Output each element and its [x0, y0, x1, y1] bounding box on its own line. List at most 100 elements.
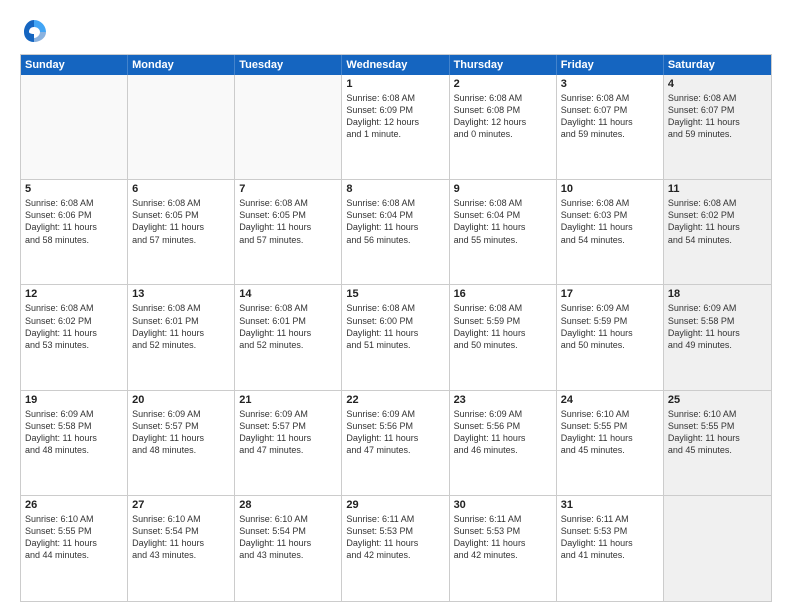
cell-info-line: Sunset: 6:01 PM [239, 315, 337, 327]
cell-info-line: Sunrise: 6:08 AM [454, 92, 552, 104]
calendar-cell: 1Sunrise: 6:08 AMSunset: 6:09 PMDaylight… [342, 75, 449, 179]
cell-info-line: Sunset: 5:59 PM [454, 315, 552, 327]
cell-info-line: and 47 minutes. [239, 444, 337, 456]
cell-info-line: Daylight: 11 hours [132, 327, 230, 339]
cell-info-line: Daylight: 11 hours [454, 537, 552, 549]
cell-info-line: Sunset: 5:53 PM [346, 525, 444, 537]
day-number: 20 [132, 394, 230, 406]
calendar-row: 1Sunrise: 6:08 AMSunset: 6:09 PMDaylight… [21, 75, 771, 180]
cell-info-line: Sunset: 5:55 PM [561, 420, 659, 432]
cell-info-line: Sunrise: 6:08 AM [132, 197, 230, 209]
cell-info-line: Sunset: 5:55 PM [25, 525, 123, 537]
cell-info-line: and 55 minutes. [454, 234, 552, 246]
calendar-cell: 2Sunrise: 6:08 AMSunset: 6:08 PMDaylight… [450, 75, 557, 179]
calendar-cell: 19Sunrise: 6:09 AMSunset: 5:58 PMDayligh… [21, 391, 128, 495]
cell-info-line: Sunset: 5:53 PM [561, 525, 659, 537]
cell-info-line: Daylight: 11 hours [561, 327, 659, 339]
header [20, 18, 772, 46]
cell-info-line: Sunrise: 6:10 AM [25, 513, 123, 525]
cell-info-line: and 0 minutes. [454, 128, 552, 140]
weekday-header: Thursday [450, 55, 557, 75]
day-number: 27 [132, 499, 230, 511]
cell-info-line: Sunrise: 6:08 AM [346, 92, 444, 104]
day-number: 17 [561, 288, 659, 300]
cell-info-line: Sunrise: 6:08 AM [239, 197, 337, 209]
day-number: 8 [346, 183, 444, 195]
cell-info-line: Daylight: 11 hours [668, 327, 767, 339]
cell-info-line: Daylight: 12 hours [454, 116, 552, 128]
cell-info-line: and 57 minutes. [132, 234, 230, 246]
calendar-cell: 30Sunrise: 6:11 AMSunset: 5:53 PMDayligh… [450, 496, 557, 601]
cell-info-line: Sunset: 6:02 PM [25, 315, 123, 327]
cell-info-line: and 52 minutes. [239, 339, 337, 351]
cell-info-line: and 54 minutes. [561, 234, 659, 246]
cell-info-line: Daylight: 11 hours [346, 537, 444, 549]
cell-info-line: and 56 minutes. [346, 234, 444, 246]
calendar-header: SundayMondayTuesdayWednesdayThursdayFrid… [21, 55, 771, 75]
cell-info-line: Sunset: 6:05 PM [239, 209, 337, 221]
cell-info-line: Daylight: 11 hours [25, 432, 123, 444]
day-number: 11 [668, 183, 767, 195]
logo-area [20, 18, 52, 46]
calendar-cell: 8Sunrise: 6:08 AMSunset: 6:04 PMDaylight… [342, 180, 449, 284]
cell-info-line: Sunset: 6:09 PM [346, 104, 444, 116]
day-number: 3 [561, 78, 659, 90]
cell-info-line: and 45 minutes. [561, 444, 659, 456]
calendar-cell: 18Sunrise: 6:09 AMSunset: 5:58 PMDayligh… [664, 285, 771, 389]
cell-info-line: Daylight: 11 hours [454, 432, 552, 444]
cell-info-line: Daylight: 11 hours [25, 327, 123, 339]
cell-info-line: Sunset: 6:04 PM [346, 209, 444, 221]
day-number: 4 [668, 78, 767, 90]
calendar-cell: 14Sunrise: 6:08 AMSunset: 6:01 PMDayligh… [235, 285, 342, 389]
calendar-cell: 22Sunrise: 6:09 AMSunset: 5:56 PMDayligh… [342, 391, 449, 495]
cell-info-line: Daylight: 11 hours [454, 221, 552, 233]
day-number: 28 [239, 499, 337, 511]
cell-info-line: Daylight: 11 hours [25, 221, 123, 233]
calendar-cell: 25Sunrise: 6:10 AMSunset: 5:55 PMDayligh… [664, 391, 771, 495]
day-number: 24 [561, 394, 659, 406]
cell-info-line: Sunrise: 6:11 AM [561, 513, 659, 525]
cell-info-line: Daylight: 11 hours [25, 537, 123, 549]
cell-info-line: Sunrise: 6:09 AM [132, 408, 230, 420]
cell-info-line: and 52 minutes. [132, 339, 230, 351]
calendar-cell: 21Sunrise: 6:09 AMSunset: 5:57 PMDayligh… [235, 391, 342, 495]
weekday-header: Friday [557, 55, 664, 75]
day-number: 7 [239, 183, 337, 195]
cell-info-line: Sunset: 6:06 PM [25, 209, 123, 221]
cell-info-line: Sunset: 6:00 PM [346, 315, 444, 327]
calendar-cell: 11Sunrise: 6:08 AMSunset: 6:02 PMDayligh… [664, 180, 771, 284]
calendar-cell: 26Sunrise: 6:10 AMSunset: 5:55 PMDayligh… [21, 496, 128, 601]
calendar-cell [128, 75, 235, 179]
calendar-row: 5Sunrise: 6:08 AMSunset: 6:06 PMDaylight… [21, 180, 771, 285]
calendar-cell: 28Sunrise: 6:10 AMSunset: 5:54 PMDayligh… [235, 496, 342, 601]
cell-info-line: and 59 minutes. [668, 128, 767, 140]
cell-info-line: Sunrise: 6:09 AM [25, 408, 123, 420]
calendar-row: 19Sunrise: 6:09 AMSunset: 5:58 PMDayligh… [21, 391, 771, 496]
day-number: 31 [561, 499, 659, 511]
calendar-cell: 5Sunrise: 6:08 AMSunset: 6:06 PMDaylight… [21, 180, 128, 284]
calendar-cell: 13Sunrise: 6:08 AMSunset: 6:01 PMDayligh… [128, 285, 235, 389]
calendar-cell: 9Sunrise: 6:08 AMSunset: 6:04 PMDaylight… [450, 180, 557, 284]
cell-info-line: Sunset: 5:53 PM [454, 525, 552, 537]
cell-info-line: Sunset: 5:58 PM [25, 420, 123, 432]
calendar-cell: 27Sunrise: 6:10 AMSunset: 5:54 PMDayligh… [128, 496, 235, 601]
calendar-cell: 20Sunrise: 6:09 AMSunset: 5:57 PMDayligh… [128, 391, 235, 495]
day-number: 9 [454, 183, 552, 195]
calendar-cell: 24Sunrise: 6:10 AMSunset: 5:55 PMDayligh… [557, 391, 664, 495]
cell-info-line: Sunrise: 6:08 AM [454, 197, 552, 209]
calendar-cell: 17Sunrise: 6:09 AMSunset: 5:59 PMDayligh… [557, 285, 664, 389]
cell-info-line: Sunrise: 6:11 AM [454, 513, 552, 525]
cell-info-line: Sunrise: 6:11 AM [346, 513, 444, 525]
calendar-cell: 4Sunrise: 6:08 AMSunset: 6:07 PMDaylight… [664, 75, 771, 179]
cell-info-line: Sunrise: 6:08 AM [132, 302, 230, 314]
cell-info-line: Sunrise: 6:08 AM [668, 197, 767, 209]
day-number: 25 [668, 394, 767, 406]
cell-info-line: Daylight: 11 hours [346, 432, 444, 444]
cell-info-line: and 43 minutes. [239, 549, 337, 561]
calendar-cell: 29Sunrise: 6:11 AMSunset: 5:53 PMDayligh… [342, 496, 449, 601]
cell-info-line: Sunrise: 6:08 AM [561, 197, 659, 209]
weekday-header: Tuesday [235, 55, 342, 75]
cell-info-line: Daylight: 11 hours [454, 327, 552, 339]
cell-info-line: Daylight: 11 hours [668, 221, 767, 233]
cell-info-line: and 41 minutes. [561, 549, 659, 561]
